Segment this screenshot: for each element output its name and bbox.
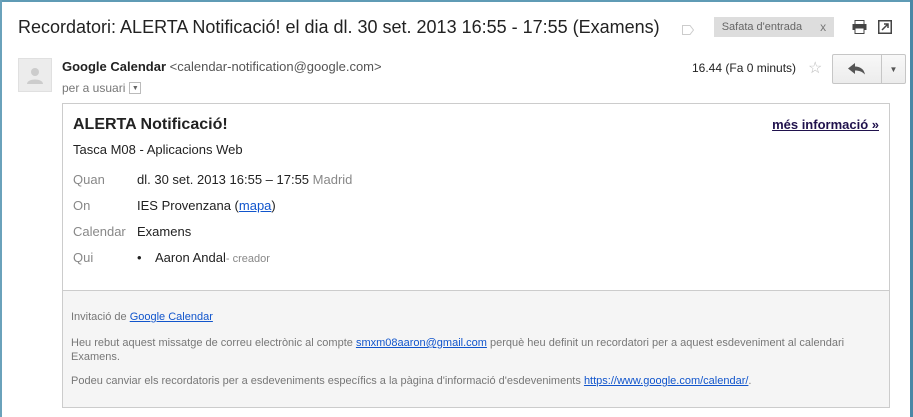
- event-card: ALERTA Notificació! més informació » Tas…: [62, 103, 890, 408]
- message-time: 16.44 (Fa 0 minuts): [692, 61, 797, 75]
- email-subject: Recordatori: ALERTA Notificació! el dia …: [18, 16, 660, 37]
- inbox-label-text: Safata d'entrada: [721, 21, 803, 33]
- where-close: ): [271, 198, 276, 213]
- window-frame-left: [0, 0, 2, 417]
- sender-name[interactable]: Google Calendar: [62, 59, 166, 74]
- recipient-line: per a usuari ▼: [62, 81, 142, 95]
- who-bullet: •: [137, 250, 142, 265]
- show-details-dropdown-icon[interactable]: ▼: [129, 82, 142, 94]
- change-reminders-text: Podeu canviar els recordatoris per a esd…: [71, 375, 751, 387]
- subject-row: Recordatori: ALERTA Notificació! el dia …: [18, 14, 893, 40]
- when-timezone: Madrid: [312, 172, 353, 187]
- event-title: ALERTA Notificació!: [73, 116, 228, 133]
- star-icon[interactable]: ☆: [808, 58, 822, 78]
- calendar-url-link[interactable]: https://www.google.com/calendar/: [584, 375, 748, 387]
- who-value: • Aaron Andal- creador: [137, 250, 270, 265]
- google-calendar-link[interactable]: Google Calendar: [130, 311, 213, 323]
- reason-prefix: Heu rebut aquest missatge de correu elec…: [71, 337, 356, 349]
- calendar-value: Examens: [137, 224, 192, 239]
- where-label: On: [73, 198, 91, 213]
- reason-text: Heu rebut aquest missatge de correu elec…: [71, 336, 851, 364]
- remove-label-button[interactable]: x: [820, 20, 826, 34]
- person-icon: [27, 68, 43, 84]
- who-label: Qui: [73, 250, 94, 265]
- change-prefix: Podeu canviar els recordatoris per a esd…: [71, 375, 584, 387]
- sender-line: Google Calendar <calendar-notification@g…: [62, 59, 382, 74]
- invitation-footer: Invitació de Google Calendar Heu rebut a…: [63, 290, 889, 407]
- print-icon[interactable]: [851, 19, 867, 35]
- new-window-icon[interactable]: [877, 19, 893, 35]
- invitation-prefix: Invitació de: [71, 311, 130, 323]
- when-value: dl. 30 set. 2013 16:55 – 17:55 Madrid: [137, 172, 352, 187]
- sender-avatar: [18, 58, 52, 92]
- change-suffix: .: [748, 375, 752, 387]
- event-subtitle: Tasca M08 - Aplicacions Web: [73, 142, 243, 157]
- when-datetime: dl. 30 set. 2013 16:55 – 17:55: [137, 172, 310, 187]
- reply-button[interactable]: [833, 55, 882, 83]
- invitation-from: Invitació de Google Calendar: [71, 311, 213, 323]
- calendar-label: Calendar: [73, 224, 126, 239]
- who-role: - creador: [225, 253, 270, 265]
- recipient-text: per a usuari: [62, 81, 126, 95]
- inbox-label-chip[interactable]: Safata d'entrada x: [713, 17, 835, 37]
- label-tag-icon[interactable]: [681, 22, 694, 35]
- where-text: IES Provenzana (: [137, 198, 239, 213]
- account-email-link[interactable]: smxm08aaron@gmail.com: [356, 337, 487, 349]
- reply-button-group: ▼: [832, 54, 906, 84]
- reply-arrow-icon: [848, 63, 865, 75]
- sender-email: <calendar-notification@google.com>: [169, 59, 382, 74]
- more-info-link[interactable]: més informació »: [772, 117, 879, 132]
- when-label: Quan: [73, 172, 105, 187]
- more-actions-dropdown[interactable]: ▼: [882, 55, 905, 83]
- who-name: Aaron Andal: [155, 250, 226, 265]
- window-frame-top: [0, 0, 913, 2]
- where-value: IES Provenzana (mapa): [137, 198, 276, 213]
- map-link[interactable]: mapa: [239, 198, 272, 213]
- top-actions: [851, 19, 893, 35]
